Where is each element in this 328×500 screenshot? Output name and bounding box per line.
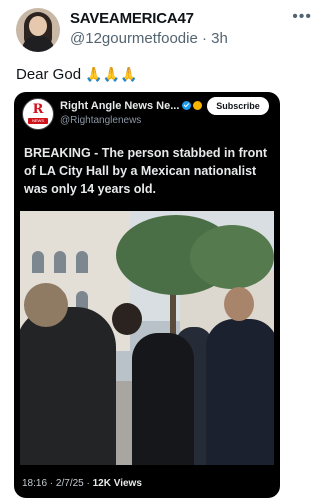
- source-name[interactable]: Right Angle News Ne...: [60, 100, 203, 112]
- source-logo[interactable]: R NEWS: [22, 98, 54, 130]
- suspect: [132, 333, 194, 465]
- embedded-post[interactable]: R NEWS Right Angle News Ne... @Rightangl…: [14, 92, 280, 498]
- more-icon[interactable]: •••: [292, 8, 312, 26]
- logo-sub: NEWS: [28, 118, 48, 124]
- officer-left: [20, 307, 116, 465]
- post-text: Dear God 🙏🙏🙏: [16, 66, 138, 83]
- source-handle[interactable]: @Rightanglenews: [60, 115, 141, 126]
- post-time[interactable]: 3h: [211, 30, 228, 47]
- verified-icon: [182, 101, 192, 110]
- post[interactable]: SAVEAMERICA47 @12gourmetfoodie · 3h ••• …: [0, 0, 328, 500]
- embed-text: BREAKING - The person stabbed in front o…: [24, 146, 268, 196]
- view-count: 12K Views: [92, 478, 142, 489]
- handle-row: @12gourmetfoodie · 3h: [70, 30, 228, 47]
- pray-emoji: 🙏🙏🙏: [85, 66, 138, 82]
- affiliate-badge-icon: [193, 101, 203, 110]
- user-handle[interactable]: @12gourmetfoodie: [70, 30, 198, 47]
- embed-timestamp: 18:16 · 2/7/25 ·: [22, 478, 90, 489]
- embed-meta: 18:16 · 2/7/25 · 12K Views: [22, 478, 142, 489]
- news-photo[interactable]: [20, 211, 274, 465]
- separator: ·: [201, 30, 207, 47]
- source-name-text: Right Angle News Ne...: [60, 100, 180, 112]
- display-name[interactable]: SAVEAMERICA47: [70, 10, 194, 27]
- logo-letter: R: [32, 102, 44, 117]
- post-text-body: Dear God: [16, 66, 82, 83]
- subscribe-button[interactable]: Subscribe: [207, 97, 269, 115]
- avatar[interactable]: [16, 8, 60, 52]
- officer-right: [206, 319, 274, 465]
